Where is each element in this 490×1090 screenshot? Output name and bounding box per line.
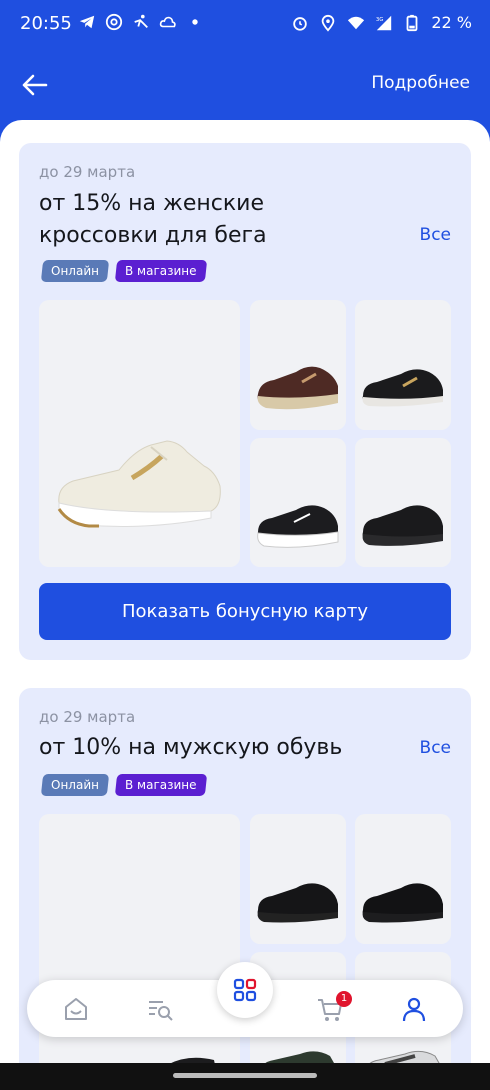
sneaker-black-image	[362, 369, 443, 407]
product-image-thumb[interactable]	[355, 438, 451, 567]
offer-title: от 15% на женские кроссовки для бега	[39, 191, 267, 248]
main-menu-button[interactable]	[217, 962, 273, 1018]
tag-online: Онлайн	[40, 774, 110, 796]
location-icon	[322, 14, 335, 32]
battery-percent: 22 %	[431, 13, 472, 32]
status-bar: 20:55 3G 22 %	[0, 0, 490, 50]
status-time: 20:55	[20, 13, 72, 34]
sneaker-black-mens-image	[257, 883, 338, 923]
offer-date: до 29 марта	[39, 708, 136, 726]
cloud-icon	[159, 16, 176, 28]
product-image-thumb[interactable]	[355, 814, 451, 944]
battery-icon	[406, 14, 418, 31]
product-image-thumb[interactable]	[250, 814, 346, 944]
alarm-icon	[293, 16, 308, 31]
dot-icon	[192, 19, 198, 25]
sneaker-black-white-sole-image	[257, 505, 339, 548]
telegram-icon	[79, 15, 95, 29]
details-link[interactable]: Подробнее	[371, 73, 470, 93]
offer-all-link[interactable]: Все	[420, 225, 451, 245]
app-bar: Подробнее	[0, 50, 490, 125]
sneaker-brown-image	[257, 366, 338, 410]
at-sign-icon	[105, 13, 123, 31]
sneaker-black-mens-image	[362, 883, 443, 923]
tag-online: Онлайн	[40, 260, 110, 282]
show-bonus-card-button[interactable]: Показать бонусную карту	[39, 583, 451, 640]
system-home-bar	[0, 1063, 490, 1090]
offer-card[interactable]: до 29 марта от 15% на женские кроссовки …	[19, 143, 471, 660]
grid-icon	[233, 978, 257, 1002]
wifi-icon	[348, 16, 365, 29]
home-indicator[interactable]	[173, 1073, 317, 1078]
product-image-thumb[interactable]	[355, 300, 451, 430]
product-image-main[interactable]	[39, 300, 240, 567]
sneaker-all-black-image	[362, 505, 443, 546]
svg-text:3G: 3G	[376, 17, 384, 23]
catalog-search-icon[interactable]	[145, 994, 175, 1024]
product-image-thumb[interactable]	[250, 300, 346, 430]
tag-in-store: В магазине	[114, 774, 207, 796]
sport-icon	[134, 14, 148, 29]
signal-icon: 3G	[376, 15, 392, 30]
back-arrow-icon[interactable]	[18, 68, 52, 102]
profile-icon[interactable]	[399, 994, 429, 1024]
content-sheet: до 29 марта от 15% на женские кроссовки …	[0, 120, 490, 1065]
home-icon[interactable]	[61, 994, 91, 1024]
tag-in-store: В магазине	[114, 260, 207, 282]
offer-title: от 10% на мужскую обувь	[39, 735, 343, 760]
cart-badge: 1	[336, 991, 352, 1007]
product-image-thumb[interactable]	[250, 438, 346, 567]
sneaker-white-gold-image	[57, 440, 221, 528]
offer-all-link[interactable]: Все	[420, 738, 451, 758]
offer-date: до 29 марта	[39, 163, 136, 181]
